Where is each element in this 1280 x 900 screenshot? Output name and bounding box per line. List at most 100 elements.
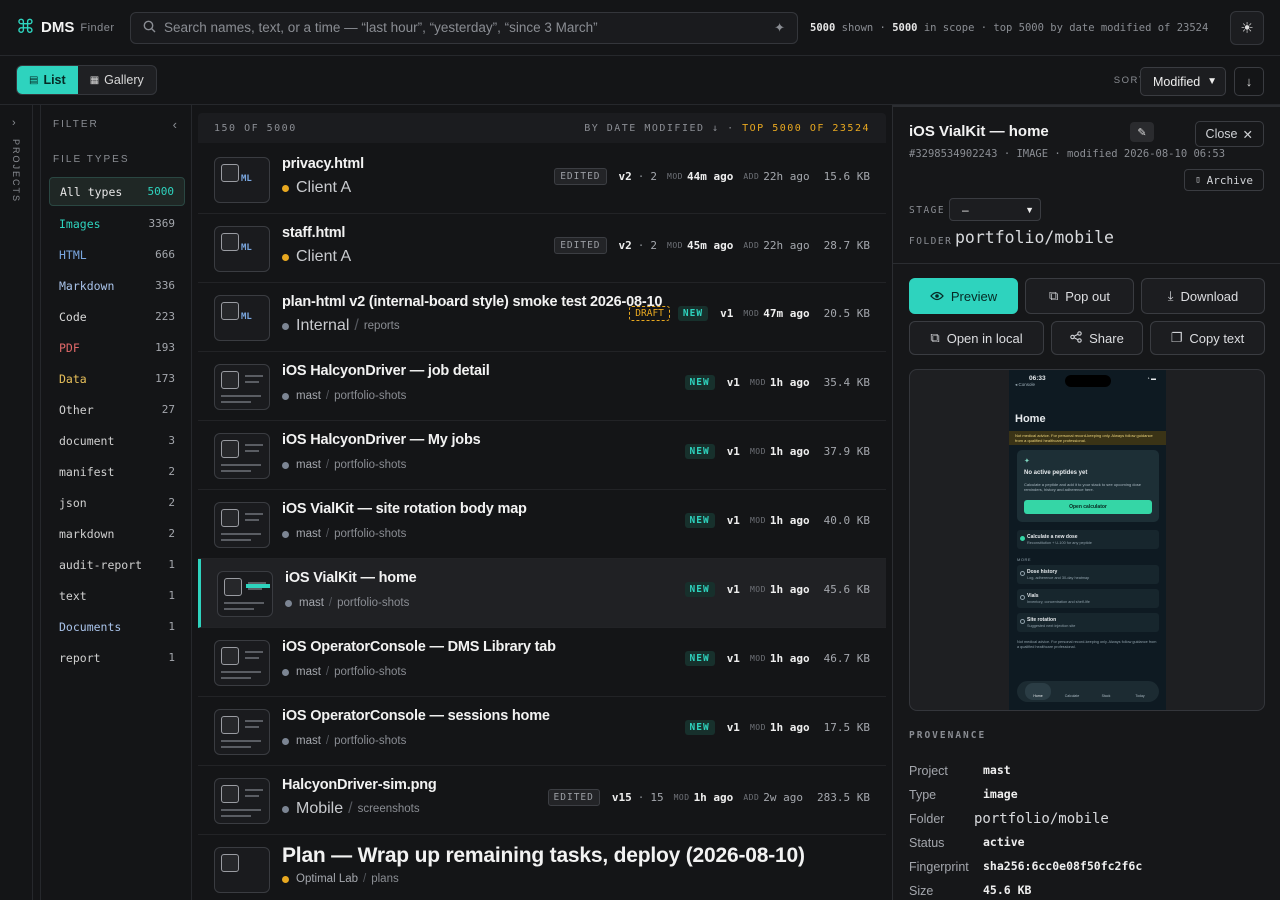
theme-toggle-button[interactable]: ☀ [1230, 11, 1264, 45]
table-row[interactable]: iOS OperatorConsole — sessions home mast /… [198, 697, 886, 766]
file-type-item[interactable]: All types 5000 [49, 177, 185, 206]
search-input[interactable] [164, 20, 775, 35]
copy-text-button[interactable]: ❐ Copy text [1150, 321, 1265, 355]
gallery-view-button[interactable]: ▦ Gallery [78, 66, 156, 94]
close-icon: ✕ [1242, 127, 1253, 142]
thumbnail-line [221, 815, 251, 817]
eye-icon [930, 289, 944, 304]
brand[interactable]: ⌘ DMS Finder [0, 16, 130, 39]
thumbnail [214, 847, 270, 893]
table-row[interactable]: HalcyonDriver-sim.png Mobile / screenshots E… [198, 766, 886, 835]
chevron-down-icon: ▼ [1207, 76, 1217, 87]
file-type-item[interactable]: Other 27 [49, 394, 185, 425]
list-sort-label: BY DATE MODIFIED ↓ · [584, 123, 735, 134]
sort-select[interactable]: Modified ▼ [1140, 67, 1226, 96]
file-type-item[interactable]: json 2 [49, 487, 185, 518]
file-type-item[interactable]: PDF 193 [49, 332, 185, 363]
file-type-item[interactable]: Images 3369 [49, 208, 185, 239]
file-type-item[interactable]: audit-report 1 [49, 549, 185, 580]
row-title[interactable]: plan-html v2 (internal-board style) smok… [282, 294, 662, 310]
archive-button[interactable]: ▯ Archive [1184, 169, 1264, 191]
row-title[interactable]: iOS HalcyonDriver — job detail [282, 363, 490, 379]
preview-button[interactable]: Preview [909, 278, 1018, 314]
phone-notch [1065, 375, 1111, 387]
table-row[interactable]: ML plan-html v2 (internal-board style) sm… [198, 283, 886, 352]
file-type-item[interactable]: document 3 [49, 425, 185, 456]
thumbnail [214, 364, 270, 410]
table-row[interactable]: iOS HalcyonDriver — My jobs mast / portfoli… [198, 421, 886, 490]
row-title[interactable]: staff.html [282, 225, 345, 241]
image-placeholder-icon [224, 578, 242, 596]
thumbnail-line [221, 671, 261, 673]
row-title[interactable]: HalcyonDriver-sim.png [282, 777, 437, 793]
file-type-item[interactable]: Documents 1 [49, 611, 185, 642]
table-row[interactable]: iOS HalcyonDriver — job detail mast / portf… [198, 352, 886, 421]
table-row[interactable]: ML staff.html Client A EDITED v2 · 2 MOD 45m ago… [198, 214, 886, 283]
file-type-item[interactable]: text 1 [49, 580, 185, 611]
thumbnail-line [245, 519, 259, 521]
image-preview[interactable]: 06:33 ◂ Console ◔ ▬ Home Not medical adv… [909, 369, 1265, 711]
file-type-item[interactable]: Code 223 [49, 301, 185, 332]
sort-direction-button[interactable]: ↓ [1234, 67, 1264, 96]
phone-row-sub: Suggested next injection site [1027, 624, 1076, 628]
modified-time: 1h ago [769, 514, 810, 527]
file-size: 35.4 KB [823, 376, 870, 389]
file-type-label: Documents [59, 619, 122, 634]
row-title[interactable]: iOS VialKit — site rotation body map [282, 501, 527, 517]
edit-title-button[interactable]: ✎ [1130, 122, 1154, 142]
pop-out-button[interactable]: ⧉ Pop out [1025, 278, 1134, 314]
modified-time: 47m ago [763, 307, 810, 320]
row-title[interactable]: iOS OperatorConsole — sessions home [282, 708, 550, 724]
file-type-item[interactable]: HTML 666 [49, 239, 185, 270]
file-type-item[interactable]: manifest 2 [49, 456, 185, 487]
row-title[interactable]: iOS HalcyonDriver — My jobs [282, 432, 481, 448]
table-row[interactable]: Plan — Wrap up remaining tasks, deploy (… [198, 835, 886, 900]
projects-rail[interactable]: › PROJECTS [0, 105, 33, 900]
row-subtitle: Client A [282, 248, 351, 266]
row-title[interactable]: iOS OperatorConsole — DMS Library tab [282, 639, 556, 655]
download-button[interactable]: ⤓ Download [1141, 278, 1265, 314]
sparkle-icon[interactable]: ✦ [774, 20, 785, 36]
file-list: 150 OF 5000 BY DATE MODIFIED ↓ · TOP 500… [198, 105, 886, 900]
collapse-chevron-icon[interactable]: ‹ [173, 117, 177, 132]
search-box[interactable]: ✦ [130, 11, 798, 44]
path-separator: / [328, 597, 333, 609]
row-subtitle: Client A [282, 179, 351, 197]
table-row[interactable]: iOS VialKit — home mast / portfolio-shots NE… [198, 559, 886, 628]
phone-row-sub: Inventory, concentration and shelf-life [1027, 600, 1090, 604]
row-title[interactable]: iOS VialKit — home [285, 570, 417, 586]
file-type-item[interactable]: Data 173 [49, 363, 185, 394]
file-type-count: 1 [168, 620, 175, 633]
thumbnail: ML [214, 157, 270, 203]
close-button[interactable]: Close ✕ [1194, 121, 1264, 147]
detail-id-line: #3298534902243 · IMAGE · modified 2026-0… [909, 148, 1226, 160]
file-size: 40.0 KB [823, 514, 870, 527]
file-type-count: 5000 [147, 185, 175, 198]
list-view-button[interactable]: ▤ List [17, 66, 78, 94]
file-type-item[interactable]: markdown 2 [49, 518, 185, 549]
table-row[interactable]: ML privacy.html Client A EDITED v2 · 2 MOD 44m a… [198, 145, 886, 214]
table-row[interactable]: iOS OperatorConsole — DMS Library tab mas… [198, 628, 886, 697]
table-row[interactable]: iOS VialKit — site rotation body map mast… [198, 490, 886, 559]
file-size: 15.6 KB [823, 170, 870, 183]
modified-time: 1h ago [769, 376, 810, 389]
stage-select[interactable]: – ▼ [949, 198, 1041, 221]
share-button[interactable]: Share [1051, 321, 1143, 355]
row-title[interactable]: privacy.html [282, 156, 364, 172]
file-type-label: HTML [59, 247, 87, 262]
modified-label: MOD [667, 172, 683, 181]
file-type-item[interactable]: Markdown 336 [49, 270, 185, 301]
open-in-local-button[interactable]: ⧉ Open in local [909, 321, 1044, 355]
chevron-down-icon: ▼ [1025, 204, 1034, 215]
status-badge: NEW [684, 513, 715, 528]
chevron-right-icon[interactable]: › [12, 117, 16, 129]
toolbar: ▤ List ▦ Gallery SORT Modified ▼ ↓ [0, 56, 1280, 105]
status-badge: NEW [677, 306, 709, 321]
folder-name: portfolio-shots [334, 735, 407, 747]
file-type-item[interactable]: report 1 [49, 642, 185, 673]
added-label: ADD [743, 793, 760, 802]
html-file-icon: ML [241, 243, 252, 253]
path-separator: / [325, 666, 330, 678]
row-title[interactable]: Plan — Wrap up remaining tasks, deploy (… [282, 844, 805, 868]
row-subtitle: Internal / reports [282, 317, 400, 335]
